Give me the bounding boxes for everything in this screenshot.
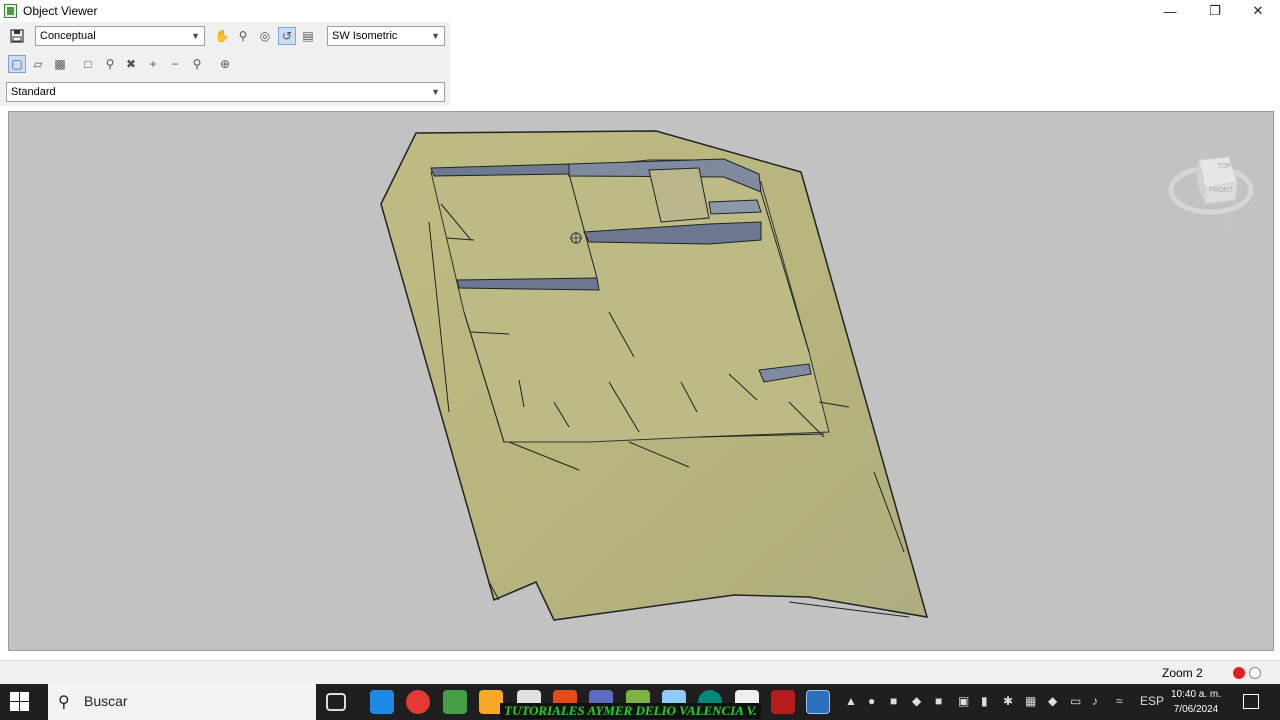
language-indicator[interactable]: ESP: [1140, 694, 1164, 708]
wall-step-2: [708, 199, 762, 215]
3d-viewport[interactable]: TOP FRONT W S: [8, 111, 1274, 651]
viewcube-west-label: W: [1167, 188, 1176, 198]
view-select[interactable]: SW Isometric ▼: [327, 26, 445, 46]
record-indicator-icon: [1233, 667, 1245, 679]
zoom-extents-icon[interactable]: ✖: [122, 55, 140, 73]
orbit-icon[interactable]: ◎: [256, 27, 274, 45]
visual-style-select[interactable]: Conceptual ▼: [35, 26, 205, 46]
app-icon: [4, 4, 17, 18]
hidden-icon[interactable]: ▱: [29, 55, 47, 73]
viewcube-front-label: FRONT: [1209, 187, 1234, 194]
zoom-icon[interactable]: ⚲: [234, 27, 252, 45]
edge-icon[interactable]: [370, 690, 394, 714]
search-icon: ⚲: [58, 694, 70, 711]
title-bar: Object Viewer — ❐ ✕: [0, 0, 1280, 22]
ucs-value: Standard: [11, 86, 56, 98]
tray-icon-5[interactable]: ▣: [958, 694, 969, 708]
app-icon-media[interactable]: [771, 690, 795, 714]
watermark-text: TUTORIALES AYMER DELIO VALENCIA V.: [500, 703, 761, 719]
minimize-button[interactable]: —: [1148, 0, 1192, 22]
pan-icon[interactable]: ✋: [213, 27, 231, 45]
zoom-window-icon[interactable]: □: [79, 55, 97, 73]
viewcube-top-label: TOP: [1217, 163, 1232, 170]
chrome-icon[interactable]: [406, 690, 430, 714]
restore-button[interactable]: ❐: [1193, 0, 1237, 22]
close-button[interactable]: ✕: [1236, 0, 1280, 22]
minimize-icon: —: [1163, 3, 1177, 19]
tray-icon-7[interactable]: ◆: [1048, 694, 1057, 708]
view-value: SW Isometric: [332, 30, 398, 42]
notifications-icon[interactable]: [1243, 694, 1259, 709]
battery-icon[interactable]: ▭: [1070, 694, 1081, 708]
toolbar: Conceptual ▼ ✋ ⚲ ◎ ↺ ▤ SW Isometric ▼ ▢ …: [0, 22, 450, 106]
status-bar: Zoom 2: [0, 660, 1280, 684]
status-circle-icon: [1249, 667, 1261, 679]
zoom-in-icon[interactable]: +: [144, 55, 162, 73]
ucs-select[interactable]: Standard ▼: [6, 82, 445, 102]
zoom-previous-icon[interactable]: ⚲: [188, 55, 206, 73]
chevron-down-icon: ▼: [431, 87, 440, 97]
terrain-surface: [380, 130, 929, 621]
zoom-out-icon[interactable]: −: [166, 55, 184, 73]
chevron-down-icon: ▼: [431, 31, 440, 41]
taskbar-search[interactable]: ⚲ Buscar: [48, 684, 316, 720]
microphone-icon[interactable]: ●: [868, 694, 875, 708]
viewcube-south-label: S: [1227, 218, 1233, 228]
search-placeholder: Buscar: [84, 693, 128, 709]
save-icon[interactable]: [8, 27, 26, 45]
app-icon-green[interactable]: [443, 690, 467, 714]
chevron-down-icon: ▼: [191, 31, 200, 41]
viewcube[interactable]: TOP FRONT W S: [1159, 152, 1259, 242]
tray-icon-2[interactable]: ■: [890, 694, 897, 708]
clock-time: 10:40 a. m.: [1170, 689, 1222, 700]
shaded-icon[interactable]: ▩: [51, 55, 69, 73]
wall-lower: [456, 277, 600, 291]
target-icon[interactable]: ⊕: [216, 55, 234, 73]
wireframe-icon[interactable]: ▢: [8, 55, 26, 73]
tray-icon-3[interactable]: ◆: [912, 694, 921, 708]
tray-icon-6[interactable]: ▦: [1025, 694, 1036, 708]
visual-style-value: Conceptual: [40, 30, 96, 42]
tray-icon-4[interactable]: ■: [935, 694, 942, 708]
wifi-icon[interactable]: ≈: [1116, 694, 1123, 708]
clock-date: 7/06/2024: [1173, 704, 1219, 715]
constrained-orbit-icon[interactable]: ↺: [278, 27, 296, 45]
window-title: Object Viewer: [23, 4, 98, 18]
bluetooth-icon[interactable]: ✱: [1003, 694, 1013, 708]
close-icon: ✕: [1252, 3, 1264, 18]
task-view-icon[interactable]: [326, 693, 346, 711]
civil3d-icon[interactable]: [806, 690, 830, 714]
zoom-dynamic-icon[interactable]: ⚲: [101, 55, 119, 73]
volume-icon[interactable]: ♪: [1092, 694, 1098, 708]
tray-icon-1[interactable]: ▲: [845, 694, 857, 708]
viewcube-toggle-icon[interactable]: ▤: [299, 27, 317, 45]
restore-icon: ❐: [1209, 3, 1221, 18]
zoom-status: Zoom 2: [1162, 666, 1203, 680]
start-button[interactable]: [10, 692, 30, 712]
windows-taskbar: ⚲ Buscar TUTORIALES AYMER DELIO VALENCIA…: [0, 684, 1280, 720]
clock[interactable]: 10:40 a. m. 7/06/2024: [1166, 687, 1226, 717]
usb-icon[interactable]: ▮: [981, 694, 988, 708]
